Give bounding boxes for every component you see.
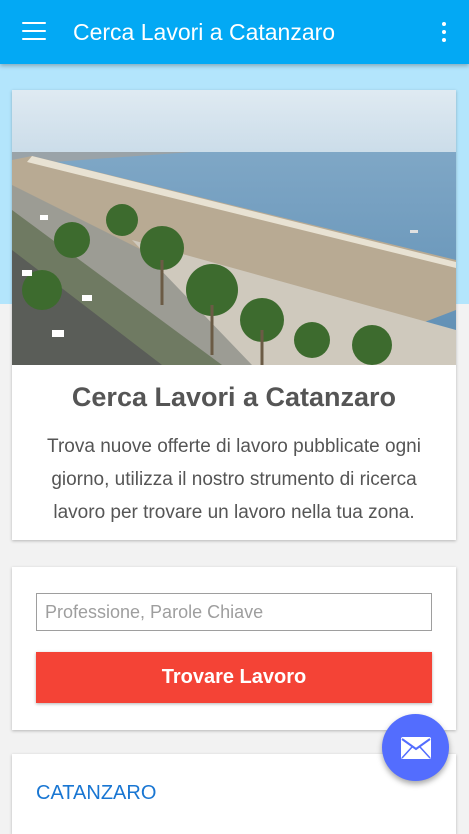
keyword-search-input[interactable] [36,593,432,631]
hero-image [12,90,456,365]
city-link[interactable]: CATANZARO [36,782,156,805]
hero-description: Trova nuove offerte di lavoro pubblicate… [47,436,421,523]
app-title: Cerca Lavori a Catanzaro [73,19,336,45]
search-card: Trovare Lavoro [12,567,456,730]
more-vert-icon[interactable] [441,22,447,42]
app-bar: Cerca Lavori a Catanzaro [0,0,469,64]
email-icon [400,736,431,759]
hero-card: Cerca Lavori a Catanzaro Trova nuove off… [12,90,456,540]
email-fab-button[interactable] [382,714,449,781]
hamburger-menu-icon[interactable] [22,22,46,40]
find-job-button[interactable]: Trovare Lavoro [36,652,432,703]
hero-title: Cerca Lavori a Catanzaro [71,382,397,412]
